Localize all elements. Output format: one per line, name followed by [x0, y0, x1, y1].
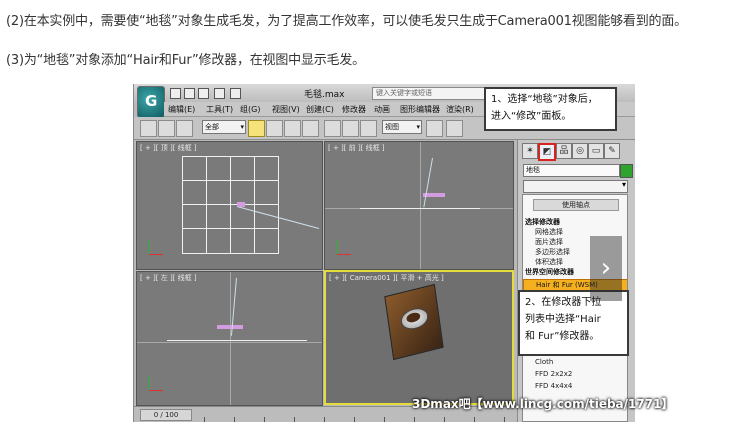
use-pivot-button[interactable]: 使用轴点 [533, 199, 619, 211]
viewport-front-label: [ + ][ 前 ][ 线框 ] [328, 144, 385, 152]
undo-icon[interactable] [214, 88, 225, 99]
object-name-field[interactable]: 地毯 [523, 164, 620, 177]
viewport-top[interactable]: [ + ][ 顶 ][ 线框 ] [136, 141, 323, 270]
utilities-tab-icon[interactable]: ✎ [604, 143, 620, 159]
menu-tools[interactable]: 工具(T) [206, 104, 233, 115]
select-object-icon[interactable] [248, 120, 265, 137]
menu-views[interactable]: 视图(V) [272, 104, 300, 115]
frame-counter[interactable]: 0 / 100 [140, 409, 192, 421]
open-file-icon[interactable] [184, 88, 195, 99]
viewport-camera[interactable]: [ + ][ Camera001 ][ 平滑 + 高光 ] [324, 270, 514, 405]
modifier-category-header: 选择修改器 [525, 218, 560, 226]
next-image-button[interactable]: › [590, 236, 622, 301]
display-tab-icon[interactable]: ▭ [588, 143, 604, 159]
menu-create[interactable]: 创建(C) [306, 104, 334, 115]
hierarchy-tab-icon[interactable]: 品 [556, 143, 572, 159]
file-title: 毛毯.max [304, 90, 345, 100]
menu-modifiers[interactable]: 修改器 [342, 104, 366, 115]
rotate-icon[interactable] [342, 120, 359, 137]
object-color-swatch[interactable] [620, 164, 633, 178]
link-icon[interactable] [140, 120, 157, 137]
menu-rendering[interactable]: 渲染(R) [446, 104, 474, 115]
menu-graph-editors[interactable]: 图形编辑器 [400, 104, 440, 115]
step3-instruction: (3)为“地毯”对象添加“Hair和Fur”修改器，在视图中显示毛发。 [6, 53, 365, 68]
select-by-name-icon[interactable] [266, 120, 283, 137]
menu-group[interactable]: 组(G) [240, 104, 260, 115]
watermark: 3Dmax吧【www.lincg.com/tieba/1771】 [412, 397, 674, 411]
modifier-list-dropdown[interactable] [523, 180, 628, 193]
modify-tab-icon[interactable]: ◩ [538, 143, 556, 161]
select-manipulate-icon[interactable] [446, 120, 463, 137]
search-input[interactable]: 键入关键字或短语 [372, 87, 485, 100]
scale-icon[interactable] [360, 120, 377, 137]
window-crossing-icon[interactable] [302, 120, 319, 137]
viewport-front[interactable]: [ + ][ 前 ][ 线框 ] [324, 141, 514, 270]
pivot-center-icon[interactable] [426, 120, 443, 137]
save-file-icon[interactable] [198, 88, 209, 99]
max-screenshot: 毛毯.max 键入关键字或短语 G 编辑(E) 工具(T) 组(G) 视图(V)… [133, 84, 635, 422]
viewport-camera-label: [ + ][ Camera001 ][ 平滑 + 高光 ] [329, 274, 444, 282]
menu-animation[interactable]: 动画 [374, 104, 390, 115]
selection-filter-select[interactable]: 全部 [202, 120, 246, 134]
viewport-top-label: [ + ][ 顶 ][ 线框 ] [140, 144, 197, 152]
move-icon[interactable] [324, 120, 341, 137]
new-file-icon[interactable] [170, 88, 181, 99]
reference-coord-select[interactable]: 视图 [382, 120, 422, 134]
step2-instruction: (2)在本实例中，需要使“地毯”对象生成毛发，为了提高工作效率，可以使毛发只生成… [6, 14, 687, 29]
viewport-left[interactable]: [ + ][ 左 ][ 线框 ] [136, 271, 323, 406]
motion-tab-icon[interactable]: ◎ [572, 143, 588, 159]
unlink-icon[interactable] [158, 120, 175, 137]
modifier-list-item[interactable]: FFD 4x4x4 [523, 381, 627, 391]
region-select-icon[interactable] [284, 120, 301, 137]
redo-icon[interactable] [230, 88, 241, 99]
app-logo-icon[interactable]: G [137, 86, 165, 118]
menu-edit[interactable]: 编辑(E) [168, 104, 195, 115]
modifier-list-item[interactable]: FFD 2x2x2 [523, 369, 627, 379]
create-tab-icon[interactable]: ✶ [522, 143, 538, 159]
bind-space-warp-icon[interactable] [176, 120, 193, 137]
carpet-render [384, 283, 444, 361]
modifier-list-item[interactable]: Cloth [523, 357, 627, 367]
callout-step1: 1、选择“地毯”对象后， 进入“修改”面板。 [484, 87, 617, 131]
viewport-left-label: [ + ][ 左 ][ 线框 ] [140, 274, 197, 282]
